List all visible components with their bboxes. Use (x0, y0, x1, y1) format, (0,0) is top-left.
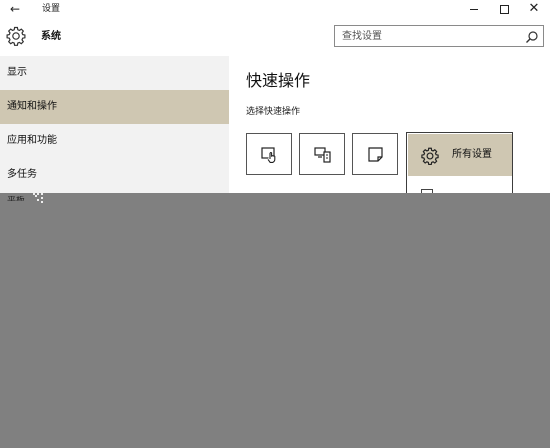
quick-action-flyout: 所有设置 (406, 132, 513, 194)
window-title: 设置 (42, 4, 61, 14)
section-subtitle: 选择快速操作 (246, 107, 301, 117)
sidebar-item-display[interactable]: 显示 (0, 56, 229, 90)
search-box[interactable] (334, 25, 544, 47)
quick-action-tile-project[interactable] (299, 133, 345, 175)
section-title: 快速操作 (246, 71, 311, 90)
sidebar-item-notifications[interactable]: 通知和操作 (0, 90, 229, 124)
flyout-item-label: 所有设置 (452, 149, 492, 160)
quick-action-tile-note[interactable] (352, 133, 398, 175)
grey-overlay (0, 193, 550, 448)
sidebar-item-tablet-partial[interactable]: 平板 (7, 196, 25, 201)
sidebar: 显示 通知和操作 应用和功能 多任务 (0, 56, 229, 193)
page-header: 系统 (0, 18, 550, 56)
page-title: 系统 (41, 31, 61, 42)
move-handle-icon[interactable] (31, 191, 47, 207)
close-icon[interactable]: ✕ (519, 0, 549, 18)
back-arrow-icon[interactable]: ← (6, 1, 24, 17)
gear-icon (420, 146, 440, 166)
sidebar-item-apps[interactable]: 应用和功能 (0, 124, 229, 158)
maximize-icon[interactable] (489, 0, 519, 18)
sidebar-item-multitasking[interactable]: 多任务 (0, 158, 229, 192)
flyout-item-all-settings[interactable]: 所有设置 (408, 134, 512, 176)
title-bar: ← 设置 ✕ (0, 0, 550, 18)
search-icon[interactable] (525, 29, 539, 43)
gear-icon (5, 25, 27, 47)
minimize-icon[interactable] (459, 0, 489, 18)
search-input[interactable] (335, 26, 515, 46)
quick-action-tile-tablet[interactable] (246, 133, 292, 175)
